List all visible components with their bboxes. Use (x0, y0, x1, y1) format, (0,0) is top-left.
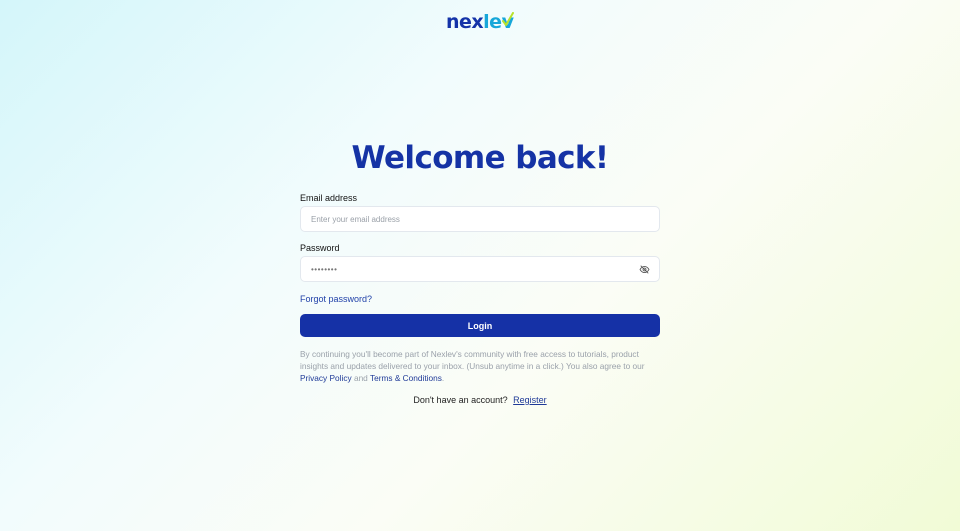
terms-conditions-link[interactable]: Terms & Conditions (370, 373, 442, 383)
register-prompt: Don't have an account? (413, 394, 508, 405)
eye-off-icon[interactable] (639, 264, 650, 275)
login-form: Email address Password •••••••• Forgot p… (300, 192, 660, 405)
password-label: Password (300, 243, 340, 253)
password-field-container[interactable]: •••••••• (300, 256, 660, 282)
email-label: Email address (300, 193, 358, 203)
legal-notice: By continuing you'll become part of Nexl… (300, 348, 660, 385)
register-link[interactable]: Register (513, 395, 547, 405)
forgot-password-link[interactable]: Forgot password? (300, 294, 660, 304)
legal-text: By continuing you'll become part of Nexl… (300, 349, 645, 372)
privacy-policy-link[interactable]: Privacy Policy (300, 373, 352, 383)
leaf-check-icon (502, 12, 514, 26)
nexlev-logo[interactable]: nexlev (446, 11, 516, 33)
page-title: Welcome back! (351, 140, 610, 176)
login-button[interactable]: Login (300, 314, 660, 337)
register-row: Don't have an account? Register (300, 395, 660, 405)
password-input[interactable]: •••••••• (311, 265, 649, 274)
legal-and: and (353, 373, 368, 384)
email-input[interactable] (311, 214, 649, 224)
legal-end: . (441, 373, 445, 384)
logo-part-nex: nex (446, 11, 484, 33)
email-field-container (300, 206, 660, 232)
